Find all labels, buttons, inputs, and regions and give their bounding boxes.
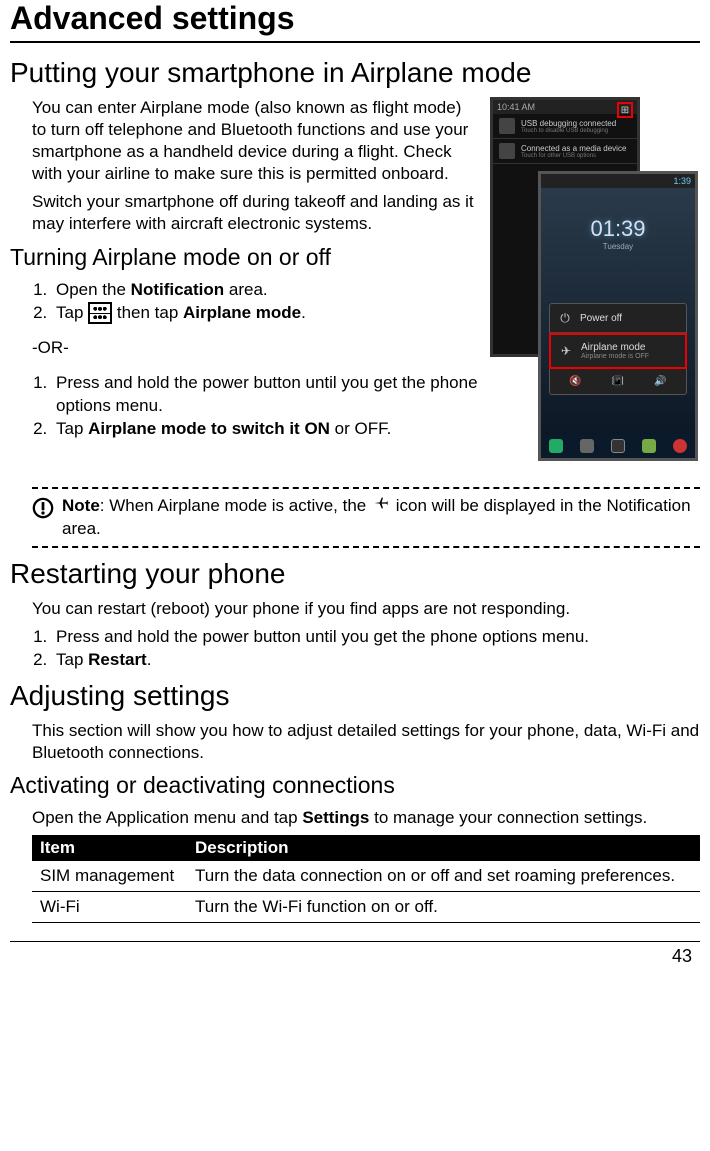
power-off-option: ⏻ Power off — [550, 304, 686, 333]
airplane-mode-option-highlighted: ✈ Airplane mode Airplane mode is OFF — [549, 333, 687, 369]
text: Open the — [56, 280, 131, 299]
section-heading-airplane: Putting your smartphone in Airplane mode — [10, 57, 700, 89]
step-item: Tap Restart. — [52, 649, 700, 672]
connection-settings-table: Item Description SIM management Turn the… — [32, 835, 700, 923]
messaging-app-icon — [642, 439, 656, 453]
text: . — [301, 303, 306, 322]
browser-app-icon — [673, 439, 687, 453]
lockscreen-clock: 01:39 — [541, 188, 695, 242]
text: . — [147, 650, 152, 669]
section-heading-adjust: Adjusting settings — [10, 680, 700, 712]
text: Tap — [56, 419, 88, 438]
phone-screenshot-power-menu: 1:39 01:39 Tuesday ⏻ Power off ✈ Airplan… — [538, 171, 698, 461]
steps-list-restart: Press and hold the power button until yo… — [52, 626, 700, 672]
text-bold: Airplane mode to switch it ON — [88, 419, 330, 438]
text: area. — [224, 280, 267, 299]
table-row: SIM management Turn the data connection … — [32, 861, 700, 892]
vibrate-icon: 📳 — [612, 376, 624, 387]
note-alert-icon — [32, 497, 54, 519]
paragraph-text: Open the Application menu and tap Settin… — [32, 807, 700, 829]
notification-row-media-device: Connected as a media device Touch for ot… — [493, 139, 637, 164]
table-cell-desc: Turn the Wi-Fi function on or off. — [187, 891, 700, 922]
notification-row-usb-debug: USB debugging connected Touch to disable… — [493, 114, 637, 139]
lockscreen-date: Tuesday — [541, 242, 695, 251]
table-cell-desc: Turn the data connection on or off and s… — [187, 861, 700, 892]
notification-subtitle: Touch to disable USB debugging — [521, 128, 616, 134]
note-label: Note — [62, 496, 100, 515]
highlighted-statusbar-icon: ⊞ — [617, 102, 633, 118]
paragraph-text: You can restart (reboot) your phone if y… — [32, 598, 700, 620]
statusbar-time: 10:41 AM — [497, 102, 535, 112]
silent-icon: 🔇 — [569, 376, 581, 387]
page-number: 43 — [10, 941, 700, 967]
table-header-item: Item — [32, 835, 187, 861]
contacts-app-icon — [580, 439, 594, 453]
note-block: Note: When Airplane mode is active, the … — [32, 487, 700, 548]
step-item: Press and hold the power button until yo… — [52, 626, 700, 649]
table-cell-item: SIM management — [32, 861, 187, 892]
notification-title: Connected as a media device — [521, 144, 626, 153]
option-label: Airplane mode — [581, 342, 645, 353]
table-header-description: Description — [187, 835, 700, 861]
text: Tap — [56, 303, 88, 322]
text-bold: Restart — [88, 650, 147, 669]
phone-app-icon — [549, 439, 563, 453]
apps-grid-icon — [88, 302, 112, 324]
notification-subtitle: Touch for other USB options — [521, 153, 626, 159]
table-cell-item: Wi-Fi — [32, 891, 187, 922]
option-label: Power off — [580, 313, 622, 324]
note-text: Note: When Airplane mode is active, the … — [62, 495, 700, 540]
media-icon — [499, 143, 515, 159]
paragraph-text: This section will show you how to adjust… — [32, 720, 700, 764]
statusbar-time: 1:39 — [673, 176, 691, 186]
text-bold: Settings — [302, 808, 369, 827]
dock-bar — [541, 434, 695, 458]
text: : When Airplane mode is active, the — [100, 496, 371, 515]
power-options-menu: ⏻ Power off ✈ Airplane mode Airplane mod… — [549, 303, 687, 395]
section-heading-restart: Restarting your phone — [10, 558, 700, 590]
text-bold: Notification — [131, 280, 225, 299]
table-row: Wi-Fi Turn the Wi-Fi function on or off. — [32, 891, 700, 922]
sound-icon: 🔊 — [654, 376, 666, 387]
text-bold: Airplane mode — [183, 303, 301, 322]
subsection-heading: Activating or deactivating connections — [10, 772, 700, 799]
text: Tap — [56, 650, 88, 669]
notification-title: USB debugging connected — [521, 119, 616, 128]
power-icon: ⏻ — [558, 311, 572, 325]
airplane-icon: ✈ — [559, 344, 573, 358]
usb-icon — [499, 118, 515, 134]
sound-options-row: 🔇 📳 🔊 — [550, 369, 686, 394]
text: or OFF. — [330, 419, 391, 438]
grid-icon: ⊞ — [621, 105, 629, 116]
text: Open the Application menu and tap — [32, 808, 302, 827]
text: to manage your connection settings. — [369, 808, 647, 827]
option-sublabel: Airplane mode is OFF — [581, 353, 649, 360]
page-title: Advanced settings — [10, 0, 700, 43]
apps-grid-icon — [611, 439, 625, 453]
text: then tap — [112, 303, 183, 322]
airplane-icon — [371, 495, 391, 517]
phone-screenshots: 10:41 AM ⊞ USB debugging connected Touch… — [490, 97, 700, 477]
